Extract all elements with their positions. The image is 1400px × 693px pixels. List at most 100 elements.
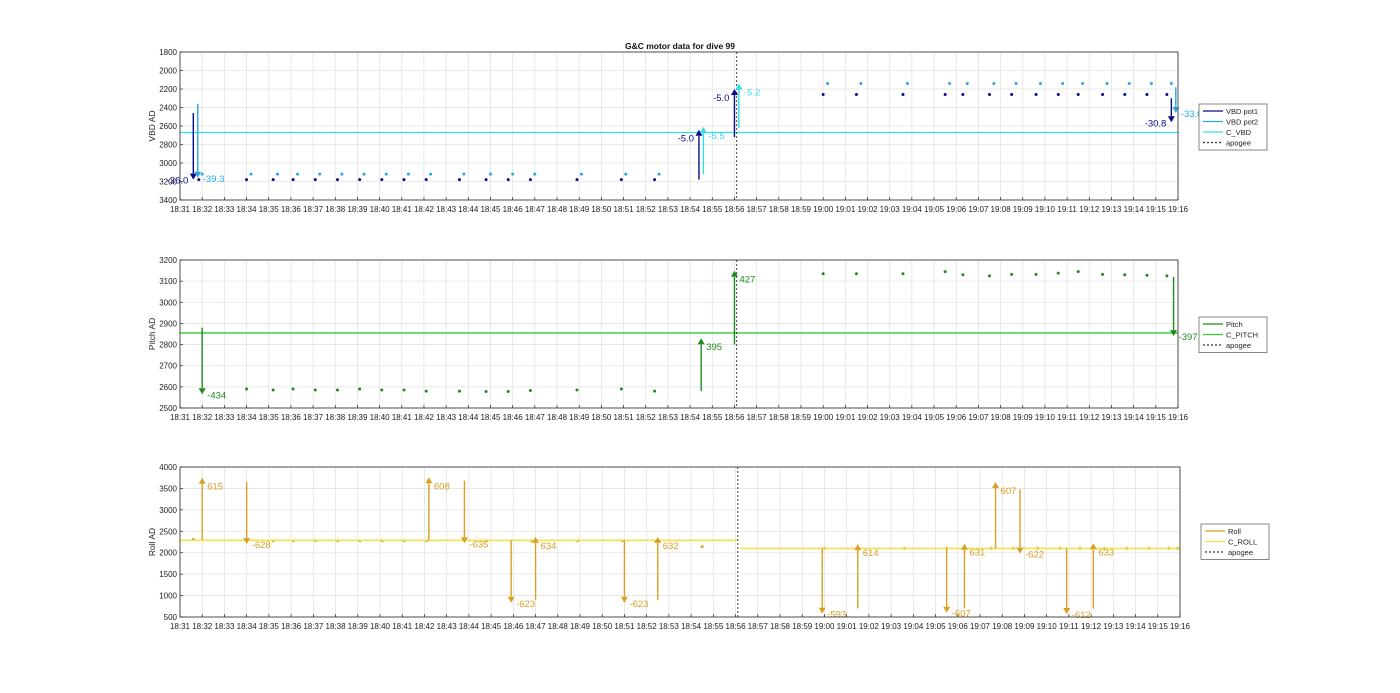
series-vbd1-point <box>1101 93 1105 97</box>
y-tick-label: 2000 <box>159 67 177 76</box>
legend: RollC_ROLLapogee <box>1200 523 1270 560</box>
x-tick-label: 19:11 <box>1057 413 1077 422</box>
x-tick-label: 18:34 <box>237 205 258 214</box>
plot-area <box>180 260 1178 408</box>
y-tick-label: 2600 <box>159 122 177 131</box>
y-tick-label: 2500 <box>159 404 177 413</box>
series-vbd1-point <box>484 178 488 182</box>
x-tick-label: 19:02 <box>857 413 878 422</box>
x-tick-label: 18:57 <box>747 205 768 214</box>
x-tick-label: 19:03 <box>880 205 901 214</box>
series-vbd1-point <box>1123 93 1127 97</box>
y-axis-label: Pitch AD <box>147 318 157 351</box>
x-tick-label: 19:07 <box>970 622 991 631</box>
y-tick-label: 1500 <box>159 570 177 579</box>
x-tick-label: 18:48 <box>547 413 568 422</box>
x-tick-label: 19:11 <box>1059 622 1079 631</box>
series-pitch-point <box>506 390 510 394</box>
x-tick-label: 19:05 <box>924 205 945 214</box>
x-tick-label: 18:31 <box>170 413 191 422</box>
x-tick-label: 18:57 <box>747 413 768 422</box>
legend-label-apogee: apogee <box>1226 138 1251 147</box>
series-vbd1-point <box>358 178 362 182</box>
x-tick-label: 19:10 <box>1035 413 1056 422</box>
x-tick-label: 18:43 <box>437 622 458 631</box>
x-tick-label: 18:54 <box>681 622 702 631</box>
legend-label-c_roll: C_ROLL <box>1228 537 1257 546</box>
arrow-label: -30.8 <box>1145 118 1167 129</box>
x-tick-label: 19:10 <box>1035 205 1056 214</box>
x-tick-label: 18:50 <box>591 413 612 422</box>
x-tick-label: 18:37 <box>303 622 324 631</box>
x-tick-label: 19:00 <box>813 205 834 214</box>
series-pitch-point <box>619 387 623 391</box>
x-tick-label: 18:44 <box>458 205 479 214</box>
series-vbd1-point <box>943 93 947 97</box>
x-tick-label: 19:05 <box>926 622 947 631</box>
x-tick-label: 18:55 <box>703 622 724 631</box>
x-tick-label: 18:41 <box>392 622 413 631</box>
x-tick-label: 18:45 <box>480 205 501 214</box>
series-vbd2-point <box>1149 81 1153 85</box>
x-tick-label: 19:01 <box>837 622 858 631</box>
x-tick-label: 18:38 <box>325 413 346 422</box>
y-tick-label: 2800 <box>159 141 177 150</box>
x-tick-label: 18:46 <box>503 413 524 422</box>
y-tick-label: 2500 <box>159 527 177 536</box>
series-pitch-point <box>291 387 295 391</box>
series-pitch-point <box>1101 272 1105 276</box>
arrow-label: -623 <box>516 599 535 610</box>
series-pitch-point <box>380 388 384 392</box>
series-pitch-point <box>245 387 249 391</box>
x-tick-label: 19:16 <box>1168 205 1189 214</box>
x-tick-label: 18:49 <box>570 622 591 631</box>
x-tick-label: 18:32 <box>192 413 213 422</box>
series-pitch-point <box>1165 274 1169 278</box>
series-pitch-point <box>1123 273 1127 277</box>
series-pitch-point <box>528 388 532 392</box>
series-vbd2-point <box>859 81 863 85</box>
series-pitch-point <box>1034 272 1038 276</box>
x-tick-label: 18:35 <box>259 413 280 422</box>
series-vbd1-point <box>335 178 339 182</box>
series-vbd2-point <box>1014 81 1018 85</box>
series-vbd1-point <box>1076 93 1080 97</box>
series-vbd1-point <box>457 178 461 182</box>
x-tick-label: 18:59 <box>791 205 812 214</box>
x-tick-label: 18:38 <box>326 622 347 631</box>
series-vbd2-point <box>1061 81 1065 85</box>
x-tick-label: 18:41 <box>392 413 413 422</box>
legend-label-c_pitch: C_PITCH <box>1226 330 1258 339</box>
x-tick-label: 18:41 <box>392 205 413 214</box>
x-tick-label: 18:42 <box>414 622 435 631</box>
series-pitch-point <box>821 272 825 276</box>
series-vbd2-point <box>1127 81 1131 85</box>
x-tick-label: 18:46 <box>503 205 524 214</box>
series-vbd1-point <box>380 178 384 182</box>
x-tick-label: 19:14 <box>1126 622 1147 631</box>
arrow-label: 615 <box>207 482 223 493</box>
series-pitch-point <box>901 272 905 276</box>
figure-title: G&C motor data for dive 99 <box>625 41 735 51</box>
y-tick-label: 2200 <box>159 85 177 94</box>
arrow-label: -635 <box>469 539 488 550</box>
x-tick-label: 19:13 <box>1101 205 1122 214</box>
y-tick-label: 3100 <box>159 277 177 286</box>
x-tick-label: 18:52 <box>637 622 658 631</box>
plot-area <box>180 467 1180 617</box>
x-tick-label: 18:42 <box>414 413 435 422</box>
x-tick-label: 18:48 <box>547 205 568 214</box>
x-tick-label: 18:54 <box>680 205 701 214</box>
x-tick-label: 18:47 <box>526 622 547 631</box>
figure: G&C motor data for dive 99 18:31 18:32 18:… <box>147 41 1270 631</box>
y-tick-label: 3200 <box>159 256 177 265</box>
series-pitch-point <box>424 389 428 393</box>
subplot-1: 18:31 18:32 18:33 18:34 18:35 18:36 18:37 18:38… <box>147 48 1268 214</box>
series-vbd2-point <box>318 172 322 176</box>
series-vbd2-point <box>533 172 537 176</box>
series-vbd2-point <box>992 81 996 85</box>
series-vbd1-point <box>821 93 825 97</box>
arrow-label: -5.0 <box>678 134 694 145</box>
x-tick-label: 18:56 <box>724 413 745 422</box>
arrow-label: -5.5 <box>708 131 724 142</box>
